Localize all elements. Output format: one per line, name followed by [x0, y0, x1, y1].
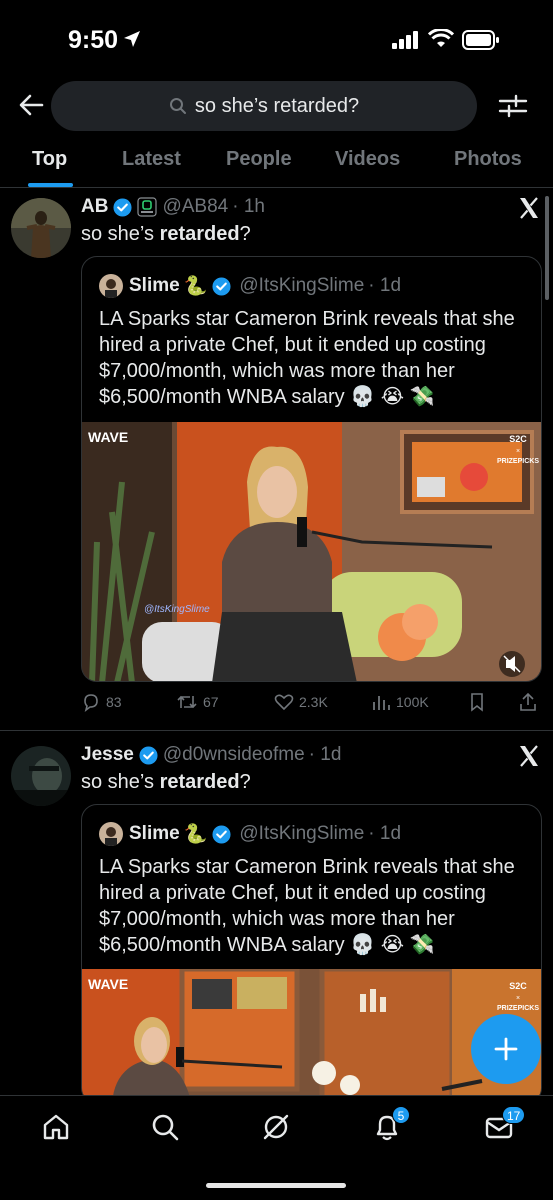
filter-settings-icon[interactable]: [497, 91, 529, 121]
search-icon: [169, 98, 186, 114]
quote-time: · 1d: [368, 275, 402, 296]
repost-button[interactable]: 67: [176, 692, 219, 712]
tweet-time: · 1d: [308, 744, 342, 765]
share-icon[interactable]: [518, 692, 538, 712]
verified-badge-icon: [139, 745, 158, 765]
views-chart-icon: [373, 696, 390, 710]
tweet-text-end: ?: [239, 223, 251, 245]
tab-top[interactable]: Top: [32, 148, 67, 171]
verified-badge-icon: [113, 197, 132, 217]
quote-avatar: [99, 822, 123, 846]
quote-time: · 1d: [368, 823, 402, 844]
quote-text: LA Sparks star Cameron Brink reveals tha…: [99, 308, 515, 408]
author-name[interactable]: AB: [81, 196, 108, 218]
views-button[interactable]: 100K: [371, 692, 429, 712]
quote-author-name: Slime: [129, 823, 180, 844]
active-tab-indicator: [28, 183, 73, 187]
video-partner-x: ×: [516, 995, 520, 1002]
quote-author-handle: @ItsKingSlime: [239, 823, 365, 844]
tweet-text: so she’s retarded?: [81, 223, 251, 246]
cellular-signal-icon: [392, 31, 418, 49]
scrollbar[interactable]: [545, 196, 549, 300]
x-logo-icon[interactable]: [517, 196, 541, 220]
tab-videos[interactable]: Videos: [335, 148, 400, 171]
tweet-header: AB @AB84 · 1h: [81, 196, 265, 218]
quote-text: LA Sparks star Cameron Brink reveals tha…: [99, 856, 515, 956]
video-brand: WAVE: [88, 429, 128, 445]
status-bar: 9:50: [0, 0, 553, 80]
search-input[interactable]: so she’s retarded?: [51, 81, 477, 131]
tab-latest[interactable]: Latest: [122, 148, 181, 171]
repost-icon: [177, 695, 197, 709]
views-count: 100K: [396, 694, 429, 710]
avatar[interactable]: [11, 198, 71, 258]
tab-photos[interactable]: Photos: [454, 148, 522, 171]
battery-icon: [462, 30, 499, 50]
video-partner-top: S2C: [509, 981, 527, 991]
affiliate-badge-icon: [137, 197, 158, 217]
tweet-text-bold: retarded: [159, 771, 240, 793]
repost-count: 67: [203, 694, 219, 710]
quote-header: Slime 🐍 @ItsKingSlime · 1d: [99, 822, 401, 846]
tweet-time: · 1h: [232, 196, 265, 217]
like-button[interactable]: 2.3K: [274, 692, 328, 712]
search-icon[interactable]: [150, 1112, 180, 1142]
tweet-actions: 83 67 2.3K 100K: [81, 692, 542, 716]
video-brand: WAVE: [88, 976, 128, 992]
back-arrow-icon[interactable]: [16, 90, 46, 120]
location-arrow-icon: [124, 31, 140, 47]
wifi-icon: [428, 29, 454, 47]
verified-badge-icon: [212, 276, 231, 296]
quote-author-name: Slime: [129, 275, 180, 296]
compose-post-button[interactable]: [471, 1014, 541, 1084]
tweet-text: so she’s retarded?: [81, 771, 251, 794]
video-partner-bottom: PRIZEPICKS: [497, 458, 539, 465]
bookmark-icon[interactable]: [467, 692, 487, 712]
video-watermark: @ItsKingSlime: [144, 604, 210, 615]
quote-avatar: [99, 274, 123, 298]
quote-author-handle: @ItsKingSlime: [239, 275, 365, 296]
home-indicator[interactable]: [206, 1183, 346, 1188]
notifications-badge: 5: [392, 1106, 410, 1124]
verified-badge-icon: [212, 824, 231, 844]
author-handle[interactable]: @AB84: [162, 196, 228, 218]
like-count: 2.3K: [299, 694, 328, 710]
snake-emoji: 🐍: [183, 824, 208, 845]
author-name[interactable]: Jesse: [81, 744, 134, 766]
snake-emoji: 🐍: [183, 276, 208, 297]
video-partner-x: ×: [516, 448, 520, 455]
video-thumbnail[interactable]: WAVE S2C × PRIZEPICKS @ItsKingSlime: [82, 422, 541, 681]
tweet-divider: [0, 730, 553, 731]
heart-icon: [274, 694, 294, 711]
tab-people[interactable]: People: [226, 148, 292, 171]
reply-icon: [84, 694, 98, 712]
tweet-text-end: ?: [239, 771, 251, 793]
tweet-text-bold: retarded: [159, 223, 240, 245]
search-tabs: Top Latest People Videos Photos: [0, 136, 553, 188]
quoted-tweet[interactable]: Slime 🐍 @ItsKingSlime · 1d LA Sparks sta…: [81, 256, 542, 682]
home-icon[interactable]: [41, 1112, 71, 1142]
x-logo-icon[interactable]: [517, 744, 541, 768]
reply-count: 83: [106, 694, 122, 710]
plus-icon: [494, 1037, 518, 1061]
status-time: 9:50: [68, 26, 119, 54]
video-partner-bottom: PRIZEPICKS: [497, 1005, 539, 1012]
messages-badge: 17: [502, 1106, 526, 1124]
reply-button[interactable]: 83: [81, 692, 122, 712]
tweet-header: Jesse @d0wnsideofme · 1d: [81, 744, 341, 766]
avatar[interactable]: [11, 746, 71, 806]
author-handle[interactable]: @d0wnsideofme: [163, 744, 305, 766]
tweet-text-start: so she’s: [81, 223, 160, 245]
search-query: so she’s retarded?: [194, 94, 360, 117]
tweet-text-start: so she’s: [81, 771, 160, 793]
video-partner-top: S2C: [509, 434, 527, 444]
grok-icon[interactable]: [261, 1112, 291, 1142]
quote-header: Slime 🐍 @ItsKingSlime · 1d: [99, 274, 401, 298]
